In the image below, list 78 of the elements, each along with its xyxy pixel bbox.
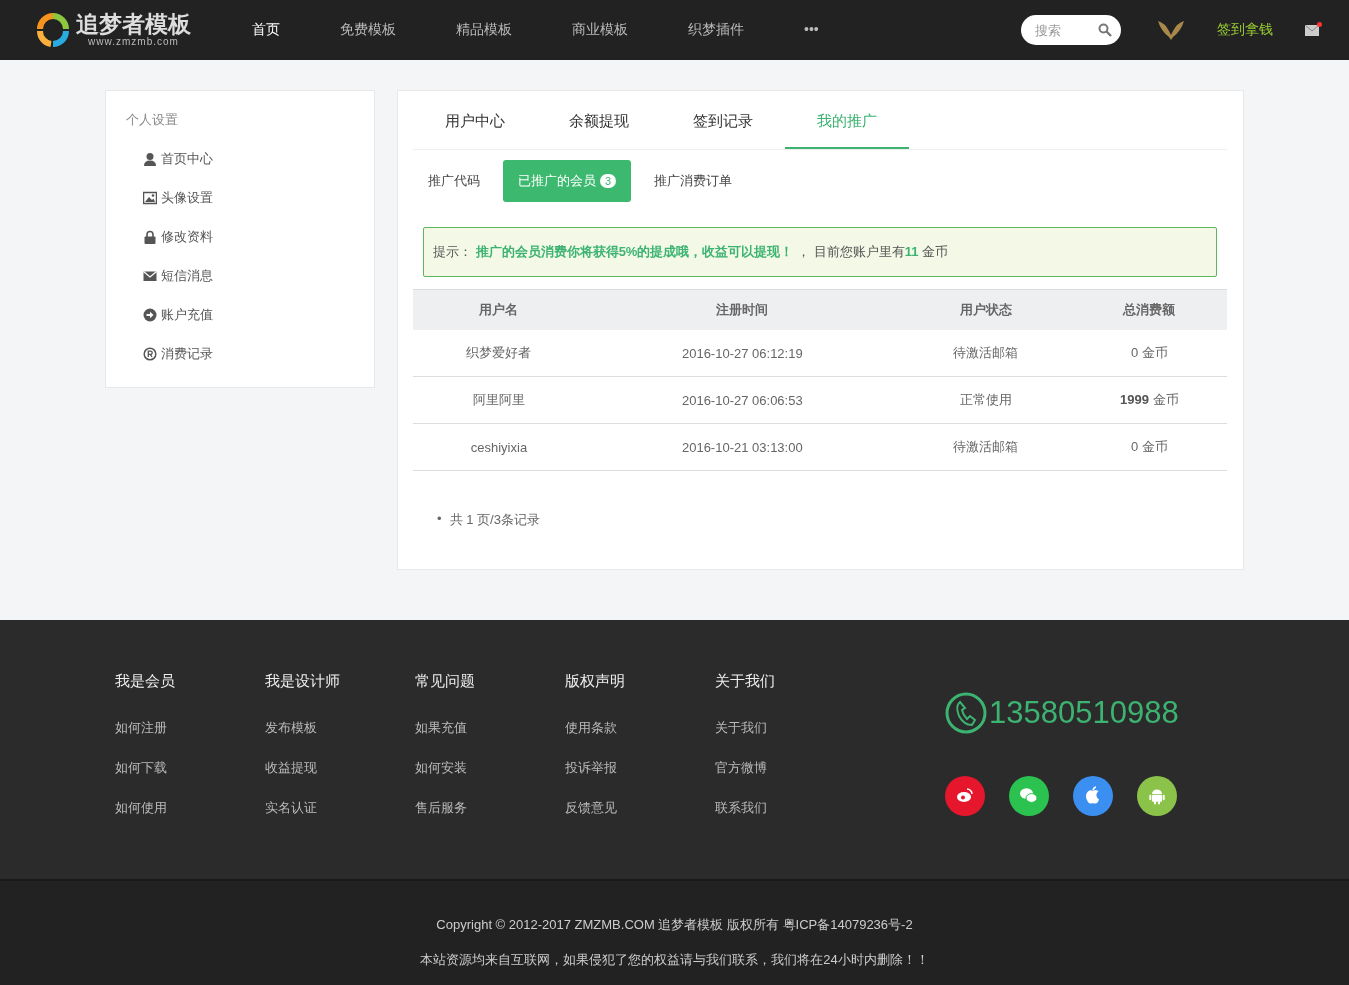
- weibo-icon[interactable]: [945, 776, 985, 816]
- footer-link[interactable]: 如果充值: [415, 719, 565, 737]
- nav-link[interactable]: •••: [804, 21, 920, 39]
- android-icon[interactable]: [1137, 776, 1177, 816]
- logo-url: www.zmzmb.com: [88, 36, 179, 47]
- footer-link[interactable]: 如何注册: [115, 719, 265, 737]
- sidebar-item[interactable]: 首页中心: [126, 139, 354, 178]
- tab[interactable]: 签到记录: [661, 91, 785, 149]
- phone-number: 13580510988: [989, 695, 1179, 731]
- tab[interactable]: 用户中心: [413, 91, 537, 149]
- pagination-info: 共 1 页/3条记录: [449, 511, 540, 529]
- sidebar-item[interactable]: 消费记录: [126, 334, 354, 373]
- footer-link[interactable]: 如何安装: [415, 759, 565, 777]
- footer-heading: 我是会员: [115, 672, 176, 691]
- table-cell: 1999 金币: [1071, 376, 1227, 424]
- footer-heading: 常见问题: [415, 672, 476, 691]
- table-cell: 正常使用: [899, 376, 1072, 424]
- logo-text[interactable]: 追梦者模板: [76, 13, 191, 36]
- table-cell: 2016-10-21 03:13:00: [584, 423, 900, 471]
- footer-link[interactable]: 关于我们: [715, 719, 865, 737]
- nav-link[interactable]: 免费模板: [340, 21, 456, 39]
- sub-tab[interactable]: 推广代码: [413, 160, 495, 202]
- disclaimer-text: 本站资源均来自互联网，如果侵犯了您的权益请与我们联系，我们将在24小时内删除！！: [419, 951, 930, 969]
- footer-heading: 关于我们: [715, 672, 776, 691]
- nav-link[interactable]: 首页: [252, 21, 340, 39]
- footer-heading: 我是设计师: [265, 672, 341, 691]
- footer-link[interactable]: 投诉举报: [565, 759, 715, 777]
- table-cell: 待激活邮箱: [899, 423, 1072, 471]
- table-cell: ceshiyixia: [413, 423, 585, 471]
- table-cell: 织梦爱好者: [413, 330, 585, 377]
- list-bullet: •: [437, 511, 442, 528]
- search-icon[interactable]: [1098, 23, 1112, 37]
- column-header: 用户状态: [899, 289, 1072, 330]
- nav-link[interactable]: 织梦插件: [688, 21, 804, 39]
- wechat-icon[interactable]: [1009, 776, 1049, 816]
- table-cell: 2016-10-27 06:06:53: [584, 376, 900, 424]
- wings-icon[interactable]: [1157, 19, 1185, 41]
- footer-link[interactable]: 实名认证: [265, 799, 415, 817]
- footer-link[interactable]: 如何使用: [115, 799, 265, 817]
- envelope-icon: [143, 268, 157, 283]
- copyright-text: Copyright © 2012-2017 ZMZMB.COM 追梦者模板 版权所有 粤ICP备14079236号-2: [435, 916, 914, 934]
- sidebar-item[interactable]: 短信消息: [126, 256, 354, 295]
- nav-link[interactable]: 精品模板: [456, 21, 572, 39]
- sidebar-item[interactable]: 修改资料: [126, 217, 354, 256]
- footer-link[interactable]: 反馈意见: [565, 799, 715, 817]
- tab[interactable]: 余额提现: [537, 91, 661, 149]
- registered-icon: [143, 346, 157, 361]
- sidebar-title: 个人设置: [126, 111, 179, 129]
- footer-link[interactable]: 发布模板: [265, 719, 415, 737]
- table-cell: 0 金币: [1071, 330, 1227, 377]
- apple-icon[interactable]: [1073, 776, 1113, 816]
- phone-icon: [945, 692, 987, 734]
- footer-heading: 版权声明: [565, 672, 626, 691]
- table-cell: 阿里阿里: [413, 376, 585, 424]
- lock-icon: [143, 229, 157, 244]
- notice-message: 提示： 推广的会员消费你将获得5%的提成哦，收益可以提现！ ， 目前您账户里有11 金币: [423, 227, 1217, 277]
- sidebar-item[interactable]: 头像设置: [126, 178, 354, 217]
- column-header: 用户名: [413, 289, 585, 330]
- table-cell: 待激活邮箱: [899, 330, 1072, 377]
- footer-link[interactable]: 联系我们: [715, 799, 865, 817]
- user-icon: [143, 151, 157, 166]
- footer-link[interactable]: 使用条款: [565, 719, 715, 737]
- sidebar-item[interactable]: 账户充值: [126, 295, 354, 334]
- column-header: 注册时间: [584, 289, 900, 330]
- signin-link[interactable]: 签到拿钱: [1217, 21, 1273, 39]
- column-header: 总消费额: [1071, 289, 1227, 330]
- footer-link[interactable]: 收益提现: [265, 759, 415, 777]
- footer-link[interactable]: 官方微博: [715, 759, 865, 777]
- table-cell: 0 金币: [1071, 423, 1227, 471]
- sub-tab[interactable]: 推广消费订单: [639, 160, 748, 202]
- nav-link[interactable]: 商业模板: [572, 21, 688, 39]
- mail-icon[interactable]: [1305, 24, 1319, 36]
- image-icon: [143, 190, 157, 205]
- search-field[interactable]: 搜索: [1021, 15, 1121, 45]
- count-badge: 3: [600, 174, 617, 188]
- footer-link[interactable]: 售后服务: [415, 799, 565, 817]
- footer-link[interactable]: 如何下载: [115, 759, 265, 777]
- table-cell: 2016-10-27 06:12:19: [584, 330, 900, 377]
